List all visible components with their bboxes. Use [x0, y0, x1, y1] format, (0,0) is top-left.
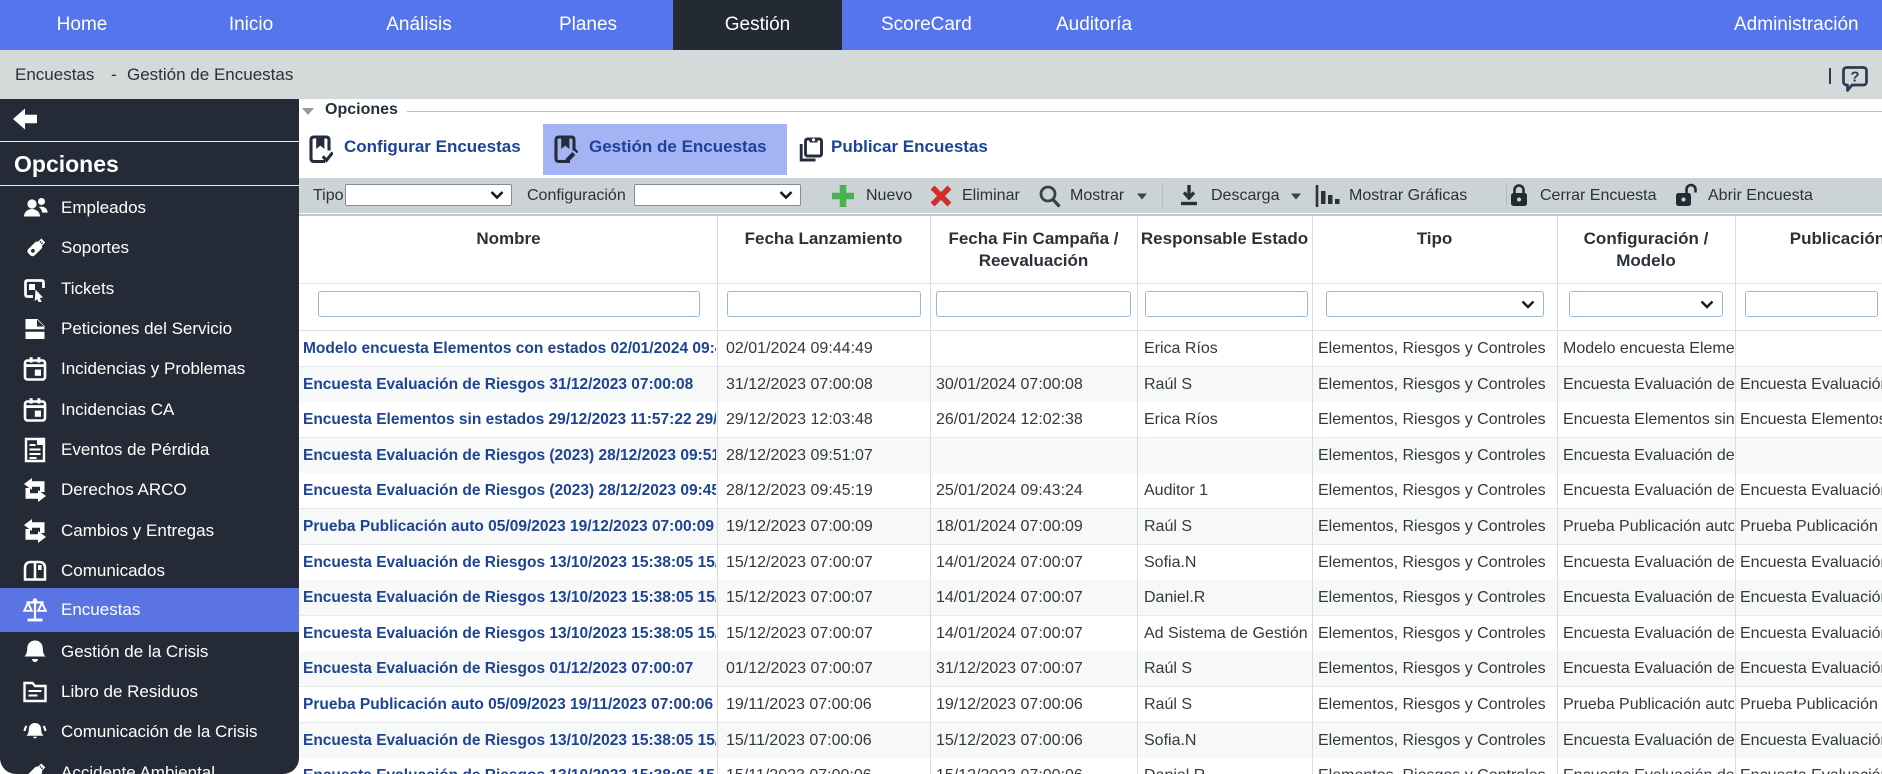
svg-text:?: ?: [1850, 69, 1859, 86]
